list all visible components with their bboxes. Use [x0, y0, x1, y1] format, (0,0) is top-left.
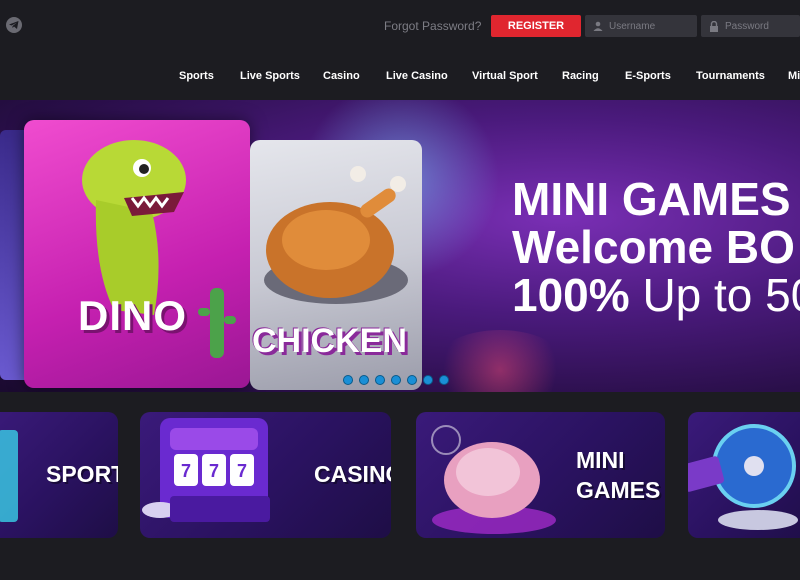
forgot-password-link[interactable]: Forgot Password?	[384, 19, 481, 33]
top-bar: Forgot Password? REGISTER	[0, 0, 800, 52]
slot-machine-icon: 7 7 7	[142, 418, 270, 522]
carousel-dot[interactable]	[343, 375, 353, 385]
mini-games-tile[interactable]: MINI GAMES	[416, 412, 665, 538]
offer-percent: 100%	[512, 269, 630, 321]
svg-text:7: 7	[237, 461, 247, 481]
carousel-dot[interactable]	[423, 375, 433, 385]
carousel-dot[interactable]	[407, 375, 417, 385]
dino-title: DINO	[78, 292, 187, 339]
register-button[interactable]: REGISTER	[491, 15, 581, 37]
carousel-dot[interactable]	[391, 375, 401, 385]
sport-label: SPORT	[46, 461, 118, 487]
carousel-dot[interactable]	[439, 375, 449, 385]
offer-amount: Up to 50	[642, 269, 800, 321]
category-tiles: SPORT 7 7 7 CASINO MINI GAMES	[0, 392, 800, 580]
dino-game-card[interactable]: DINO	[24, 120, 250, 388]
nav-item-more[interactable]: Mi	[788, 70, 800, 82]
casino-label: CASINO	[314, 461, 391, 487]
nav-item-live-casino[interactable]: Live Casino	[386, 70, 448, 82]
username-input[interactable]	[609, 20, 679, 32]
nav-item-tournaments[interactable]: Tournaments	[696, 70, 765, 82]
carousel-dot[interactable]	[375, 375, 385, 385]
banner-subheadline: Welcome BO	[512, 221, 795, 273]
nav-item-esports[interactable]: E-Sports	[625, 70, 671, 82]
chicken-icon	[431, 425, 556, 534]
banner-offer: 100% Up to 50	[512, 272, 800, 318]
dino-icon	[82, 140, 236, 358]
nav-item-casino[interactable]: Casino	[323, 70, 360, 82]
password-field[interactable]	[701, 15, 800, 37]
lock-icon	[710, 20, 718, 32]
telegram-icon[interactable]	[6, 17, 22, 33]
carousel-dots	[343, 375, 449, 385]
main-nav: Sports Live Sports Casino Live Casino Vi…	[0, 52, 800, 100]
mini-games-label-line2: GAMES	[576, 477, 661, 503]
username-field[interactable]	[585, 15, 697, 37]
password-input[interactable]	[725, 20, 795, 32]
banner-glow	[430, 330, 570, 392]
sport-tile[interactable]: SPORT	[0, 412, 118, 538]
promo-banner[interactable]: DINO CHICKEN MINI GAMES Welcome BO 100% …	[0, 100, 800, 392]
chicken-title: CHICKEN	[252, 322, 407, 360]
phone-icon	[0, 430, 18, 522]
mini-games-label-line1: MINI	[576, 447, 625, 473]
banner-headline: MINI GAMES	[512, 173, 791, 225]
carousel-dot[interactable]	[359, 375, 369, 385]
nav-item-sports[interactable]: Sports	[179, 70, 214, 82]
svg-text:7: 7	[181, 461, 191, 481]
wheel-tile[interactable]	[688, 412, 800, 538]
fortune-wheel-icon	[688, 424, 798, 530]
user-icon	[593, 21, 603, 31]
nav-item-virtual-sport[interactable]: Virtual Sport	[472, 70, 538, 82]
nav-item-racing[interactable]: Racing	[562, 70, 599, 82]
casino-tile[interactable]: 7 7 7 CASINO	[140, 412, 391, 538]
nav-item-live-sports[interactable]: Live Sports	[240, 70, 300, 82]
svg-text:7: 7	[209, 461, 219, 481]
